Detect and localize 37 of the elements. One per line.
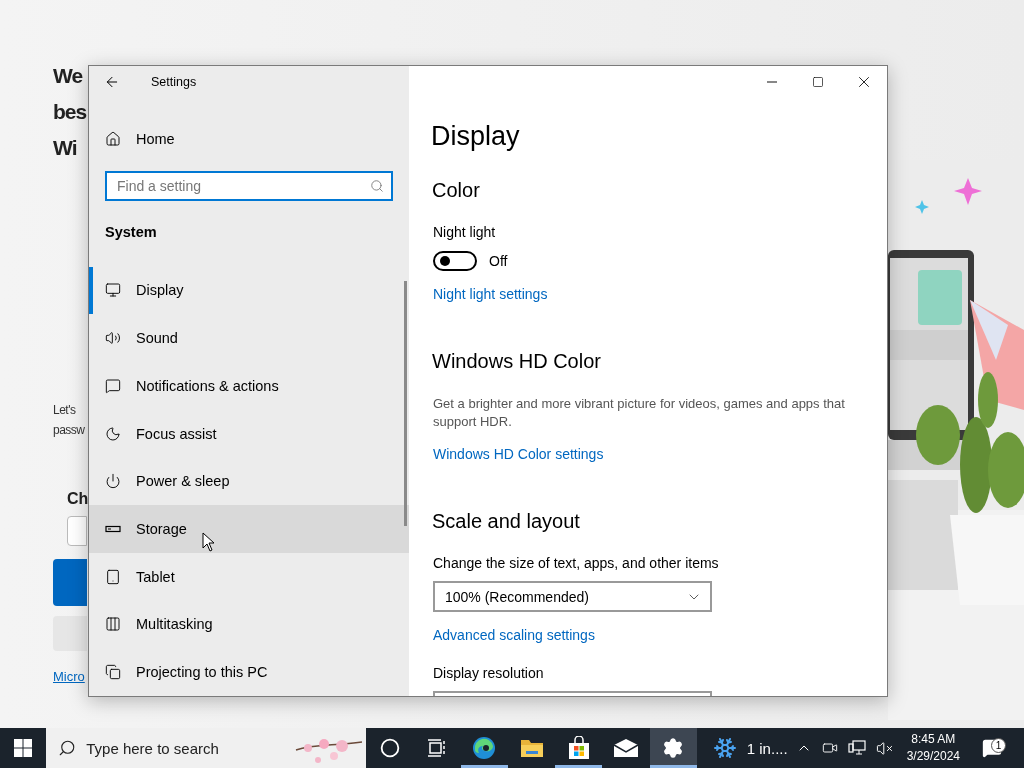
search-field[interactable]: Find a setting xyxy=(105,170,393,201)
section-heading: Windows HD Color xyxy=(432,349,601,374)
welcome-heading-line: bes xyxy=(53,99,87,125)
settings-link[interactable]: Night light settings xyxy=(433,284,548,304)
subheading: Ch xyxy=(67,490,89,508)
sidebar-item[interactable]: Focus assist xyxy=(89,409,409,458)
settings-link[interactable]: Windows HD Color settings xyxy=(433,444,604,464)
settings-link[interactable]: Advanced scaling settings xyxy=(433,625,595,645)
home-nav-item[interactable]: Home xyxy=(89,115,409,163)
section-heading: Color xyxy=(432,178,480,203)
setting-label: Display resolution xyxy=(433,664,544,683)
notification-count: 1 xyxy=(991,738,1007,753)
taskbar-search-field[interactable]: Type here to search xyxy=(46,728,367,768)
sidebar-item[interactable]: Storage xyxy=(89,505,409,553)
notification-button[interactable]: 1 xyxy=(972,738,1013,758)
body-text-line: Let's xyxy=(53,402,76,419)
body-text-line: passw xyxy=(53,422,85,439)
setting-label: Night light xyxy=(433,223,496,242)
sidebar-item[interactable]: Tablet xyxy=(89,552,409,601)
footer-link[interactable]: Micro xyxy=(53,669,85,684)
description-text: Get a brighter and more vibrant picture for videos, games and apps that support HDR. xyxy=(433,395,846,431)
setting-label: Change the size of text, apps, and other items xyxy=(433,554,719,573)
sidebar-item[interactable]: Power & sleep xyxy=(89,457,409,506)
sidebar-item[interactable]: Projecting to this PC xyxy=(89,648,409,696)
toggle-state-text: Off xyxy=(489,253,508,269)
section-heading: System xyxy=(105,222,158,242)
sidebar-item[interactable]: Multitasking xyxy=(89,600,409,649)
sidebar-item[interactable]: Sound xyxy=(89,314,409,362)
window-title: Settings xyxy=(151,75,197,89)
page-title: Display xyxy=(431,120,520,153)
welcome-heading-line: We xyxy=(53,63,83,89)
sidebar-item[interactable]: Notifications & actions xyxy=(89,362,409,410)
dropdown[interactable]: 100% (Recommended) xyxy=(433,581,712,612)
welcome-heading-line: Wi xyxy=(53,135,77,161)
clock[interactable]: 8:45 AM 3/29/2024 xyxy=(900,731,967,765)
weather-widget[interactable]: 1 in.... xyxy=(706,728,794,768)
section-heading: Scale and layout xyxy=(432,509,580,534)
